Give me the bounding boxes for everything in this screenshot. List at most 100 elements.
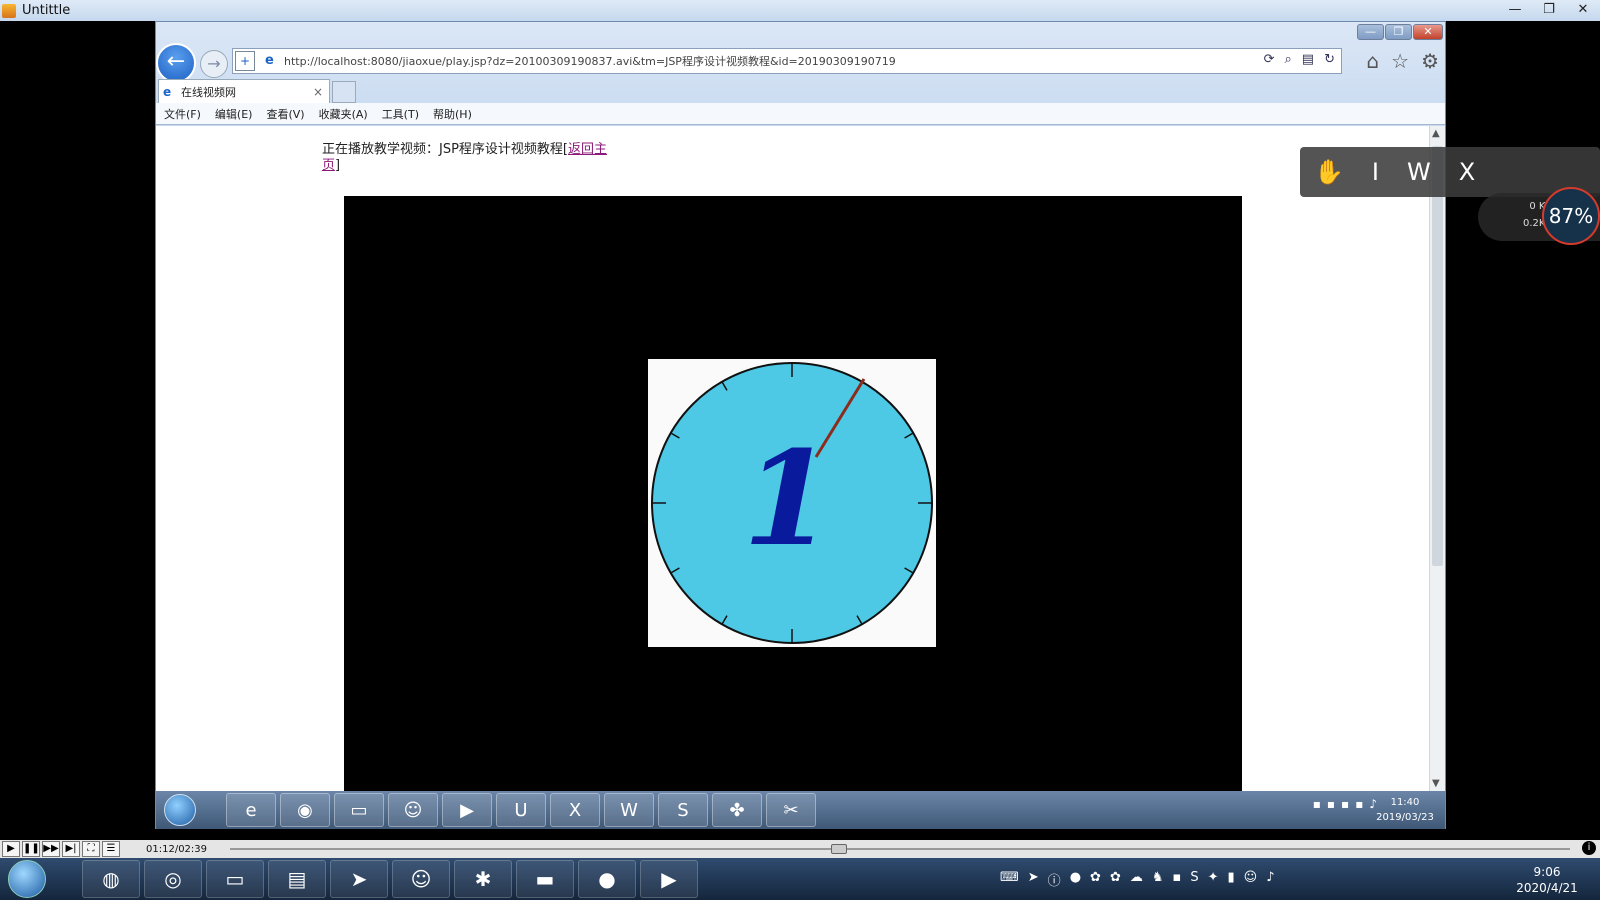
player-window-controls: — ❐ ✕	[1498, 0, 1600, 20]
ie-page-icon: e	[265, 53, 274, 68]
address-bar[interactable]: + e http://localhost:8080/jiaoxue/play.j…	[232, 48, 1342, 74]
menu-bar: 文件(F) 编辑(E) 查看(V) 收藏夹(A) 工具(T) 帮助(H)	[156, 103, 1445, 125]
search-icon[interactable]: ⌕	[1285, 52, 1292, 67]
inner-tray: ▪ ▪ ▪ ▪ ♪	[1313, 797, 1377, 811]
inner-browser-icon[interactable]: ◉	[280, 793, 330, 827]
scroll-up-icon[interactable]: ▲	[1432, 128, 1440, 139]
record-icon[interactable]: ●	[578, 860, 636, 898]
wechat-icon[interactable]: ☺	[392, 860, 450, 898]
inner-tray-pdf-icon[interactable]: ▪	[1313, 797, 1321, 811]
compat-icon[interactable]: ⟳	[1264, 52, 1275, 67]
menu-tools[interactable]: 工具(T)	[382, 106, 419, 122]
tray-app2-icon[interactable]: ✿	[1110, 870, 1121, 889]
tray-cloud-icon[interactable]: ☁	[1130, 870, 1143, 889]
start-button[interactable]	[8, 860, 46, 898]
inner-start-button[interactable]	[164, 794, 196, 826]
tray-bluetooth-icon[interactable]: ✦	[1208, 870, 1219, 889]
screen-recorder-icon[interactable]: ▬	[516, 860, 574, 898]
floating-item-w[interactable]: W	[1407, 158, 1431, 186]
menu-edit[interactable]: 编辑(E)	[215, 106, 253, 122]
refresh-icon[interactable]: ↻	[1324, 52, 1335, 67]
inner-tools-icon[interactable]: ✂	[766, 793, 816, 827]
seek-track[interactable]	[230, 848, 1570, 850]
home-icon[interactable]: ⌂	[1366, 49, 1379, 73]
tray-volume-icon[interactable]: ♪	[1266, 870, 1274, 889]
inner-s-icon[interactable]: S	[658, 793, 708, 827]
player-title-bar: Untittle — ❐ ✕	[0, 0, 1600, 21]
tray-info-icon[interactable]: ⓘ	[1048, 870, 1061, 889]
firefox-icon[interactable]: ◍	[82, 860, 140, 898]
inner-word-icon[interactable]: W	[604, 793, 654, 827]
tab-close-icon[interactable]: ×	[313, 85, 323, 99]
inner-clover-icon[interactable]: ✤	[712, 793, 762, 827]
forward-button[interactable]: →	[200, 50, 228, 78]
inner-folder-icon[interactable]: ▭	[334, 793, 384, 827]
seek-knob[interactable]	[831, 844, 847, 854]
menu-file[interactable]: 文件(F)	[164, 106, 201, 122]
feishu-icon[interactable]: ➤	[330, 860, 388, 898]
floating-hand-icon[interactable]: ✋	[1314, 158, 1344, 186]
pause-button[interactable]: ❚❚	[22, 841, 40, 857]
menu-view[interactable]: 查看(V)	[266, 106, 304, 122]
inner-clock[interactable]: 11:40 2019/03/23	[1375, 795, 1435, 825]
menu-button[interactable]: ☰	[102, 841, 120, 857]
tray-qq-icon[interactable]: ♞	[1152, 870, 1164, 889]
browser-right-icons: ⌂ ☆ ⚙	[1366, 49, 1439, 73]
tray-extra-icon[interactable]: ▪	[1173, 870, 1182, 889]
scroll-thumb[interactable]	[1432, 146, 1443, 566]
menu-help[interactable]: 帮助(H)	[433, 106, 472, 122]
inner-wechat-icon[interactable]: ☺	[388, 793, 438, 827]
tray-wechat-icon[interactable]: ☺	[1244, 870, 1258, 889]
star-app-icon[interactable]: ✱	[454, 860, 512, 898]
chrome-icon[interactable]: ◎	[144, 860, 202, 898]
step-button[interactable]: ▶|	[62, 841, 80, 857]
scroll-down-icon[interactable]: ▼	[1432, 778, 1440, 789]
folder-icon[interactable]: ▭	[206, 860, 264, 898]
browser-tab[interactable]: e 在线视频网 ×	[158, 79, 330, 103]
address-tools: ⟳ ⌕ ▤ ↻	[1264, 52, 1335, 67]
memory-percent: 87%	[1542, 187, 1600, 245]
menu-favorites[interactable]: 收藏夹(A)	[319, 106, 368, 122]
tray-keyboard-icon[interactable]: ⌨	[1000, 870, 1019, 889]
tray-record-icon[interactable]: ●	[1070, 870, 1081, 889]
fast-forward-button[interactable]: ▶▶	[42, 841, 60, 857]
play-button[interactable]: ▶	[2, 841, 20, 857]
new-tab-button[interactable]	[332, 81, 356, 103]
video-player[interactable]: 1	[344, 196, 1242, 791]
feed-icon[interactable]: ▤	[1302, 52, 1314, 67]
address-url[interactable]: http://localhost:8080/jiaoxue/play.jsp?d…	[284, 53, 896, 69]
tray-app-icon[interactable]: ✿	[1090, 870, 1101, 889]
tray-network-icon[interactable]: ▮	[1227, 870, 1234, 889]
pin-icon[interactable]: +	[235, 51, 255, 71]
inner-media-icon[interactable]: ▶	[442, 793, 492, 827]
inner-tray-network-icon[interactable]: ▪	[1327, 797, 1335, 811]
gear-icon[interactable]: ⚙	[1421, 49, 1439, 73]
minimize-button[interactable]: —	[1498, 0, 1532, 20]
close-button[interactable]: ✕	[1566, 0, 1600, 20]
system-clock[interactable]: 9:06 2020/4/21	[1512, 864, 1582, 896]
floating-item-x[interactable]: X	[1459, 158, 1475, 186]
back-button[interactable]: ←	[156, 43, 196, 83]
maximize-button[interactable]: ❐	[1532, 0, 1566, 20]
info-icon[interactable]: i	[1582, 841, 1596, 855]
tray-feishu-icon[interactable]: ➤	[1028, 870, 1039, 889]
inner-excel-icon[interactable]: X	[550, 793, 600, 827]
browser-restore-button[interactable]: ❐	[1385, 24, 1412, 40]
fullscreen-button[interactable]: ⛶	[82, 841, 100, 857]
floating-item-i[interactable]: I	[1372, 158, 1379, 186]
tray-sogou-icon[interactable]: S	[1190, 870, 1198, 889]
browser-close-button[interactable]: ✕	[1413, 24, 1443, 40]
speed-widget[interactable]: 0 K/s 0.2K/s 87%	[1478, 187, 1600, 245]
page-scrollbar[interactable]: ▲ ▼	[1429, 126, 1445, 791]
tab-favicon-icon: e	[163, 84, 172, 99]
inner-u-icon[interactable]: U	[496, 793, 546, 827]
inner-ie-icon[interactable]: e	[226, 793, 276, 827]
document-icon[interactable]: ▤	[268, 860, 326, 898]
inner-tray-qq-icon[interactable]: ▪	[1341, 797, 1349, 811]
star-icon[interactable]: ☆	[1391, 49, 1409, 73]
browser-minimize-button[interactable]: —	[1357, 24, 1384, 40]
clock-time: 9:06	[1533, 865, 1561, 879]
player-controls: ▶ ❚❚ ▶▶ ▶| ⛶ ☰ 01:12/02:39 i	[0, 840, 1600, 858]
inner-tray-sync-icon[interactable]: ▪	[1355, 797, 1363, 811]
player-taskbar-icon[interactable]: ▶	[640, 860, 698, 898]
